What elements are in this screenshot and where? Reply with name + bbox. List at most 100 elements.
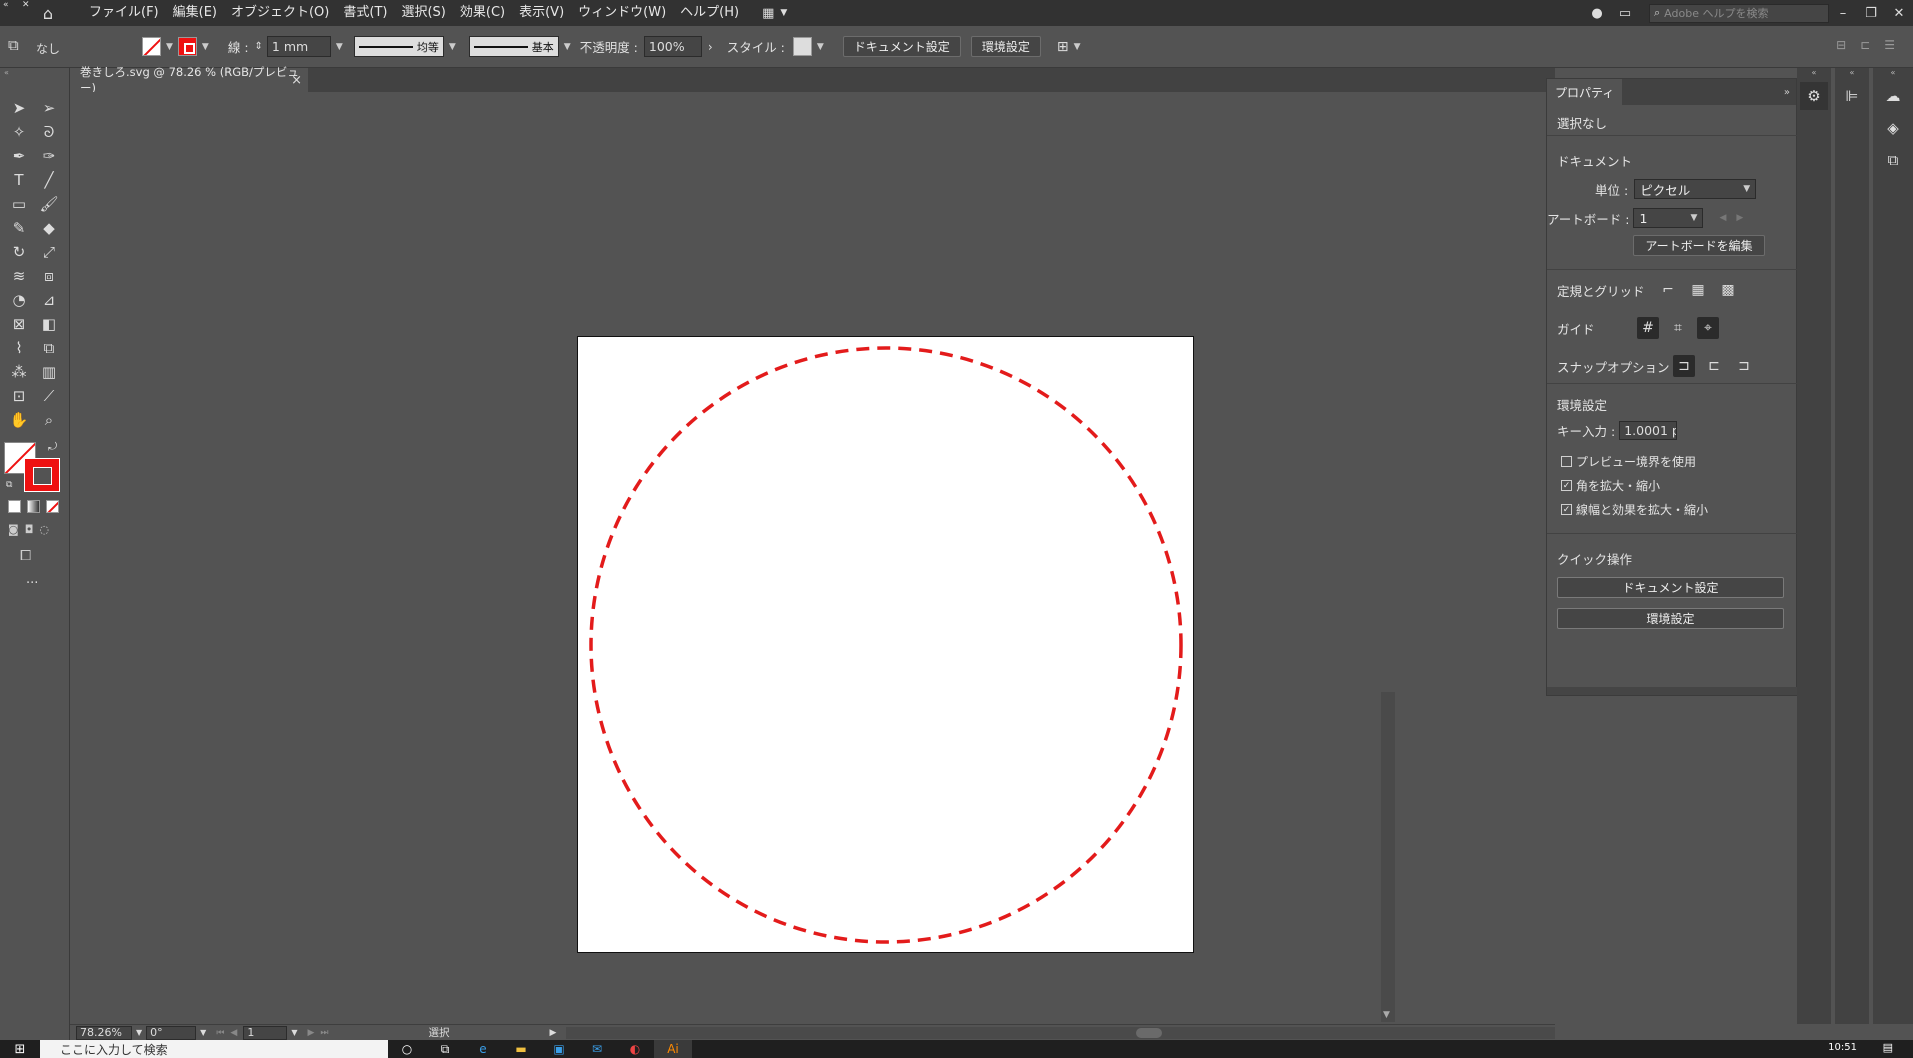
start-button-icon[interactable]: ⊞	[0, 1040, 40, 1058]
mesh-tool-icon[interactable]: ⊠	[4, 312, 34, 336]
menu-file[interactable]: ファイル(F)	[82, 0, 166, 26]
canvas-area[interactable]: ▼	[70, 92, 1555, 1024]
scale-tool-icon[interactable]: ⤢	[34, 240, 64, 264]
chevron-down-icon[interactable]: ▼	[564, 42, 571, 52]
stepper-icon[interactable]: ⇕	[255, 41, 263, 52]
shaper-tool-icon[interactable]: ✎	[4, 216, 34, 240]
horizontal-scrollbar[interactable]	[566, 1026, 1555, 1039]
preferences-button[interactable]: 環境設定	[970, 36, 1041, 57]
preview-bounds-row[interactable]: プレビュー境界を使用	[1561, 453, 1696, 470]
snap-to-grid-icon[interactable]: ⊐	[1733, 355, 1755, 377]
browser-icon[interactable]: ◐	[616, 1040, 654, 1058]
menu-type[interactable]: 書式(T)	[336, 0, 394, 26]
lock-guides-icon[interactable]: ⌗	[1667, 317, 1689, 339]
rectangle-tool-icon[interactable]: ▭	[4, 192, 34, 216]
zoom-tool-icon[interactable]: ⌕	[34, 408, 64, 432]
selection-tool-icon[interactable]: ➤	[4, 96, 34, 120]
artboard-dropdown[interactable]: 1 ▼	[1633, 208, 1704, 228]
align-panel-icon[interactable]: ⊫	[1838, 82, 1866, 110]
minimize-button[interactable]: –	[1829, 6, 1857, 21]
pen-tool-icon[interactable]: ✒	[4, 144, 34, 168]
layers-icon[interactable]: ◈	[1879, 114, 1907, 142]
menu-help[interactable]: ヘルプ(H)	[673, 0, 746, 26]
expand-icon[interactable]: «	[3, 0, 9, 10]
artboard[interactable]	[577, 336, 1194, 953]
search-icon[interactable]: ○	[388, 1040, 426, 1058]
tab-properties[interactable]: プロパティ	[1547, 79, 1623, 105]
last-artboard-icon[interactable]: ⏭	[320, 1028, 328, 1038]
perspective-grid-tool-icon[interactable]: ⊿	[34, 288, 64, 312]
default-colors-icon[interactable]: ⧉	[6, 480, 12, 490]
more-tools-icon[interactable]: ···	[0, 576, 69, 591]
panel-resize-handle[interactable]	[1547, 687, 1798, 695]
quick-document-setup-button[interactable]: ドキュメント設定	[1557, 577, 1784, 598]
task-view-icon[interactable]: ⧉	[426, 1040, 464, 1058]
artboards-panel-icon[interactable]: ⧉	[1879, 146, 1907, 174]
quick-preferences-button[interactable]: 環境設定	[1557, 608, 1784, 629]
rotation-field[interactable]: 0°	[146, 1025, 197, 1040]
zoom-field[interactable]: 78.26%	[76, 1025, 132, 1040]
lasso-tool-icon[interactable]: ᘐ	[34, 120, 64, 144]
grid-icon[interactable]: ▦	[1687, 279, 1709, 301]
column-graph-tool-icon[interactable]: ▥	[34, 360, 64, 384]
menu-window[interactable]: ウィンドウ(W)	[571, 0, 673, 26]
type-tool-icon[interactable]: T	[4, 168, 34, 192]
chevron-down-icon[interactable]: ▼	[1383, 1010, 1390, 1020]
notification-icon[interactable]: ▤	[1883, 1041, 1893, 1054]
chevron-down-icon[interactable]: ▼	[1074, 42, 1081, 52]
menu-select[interactable]: 選択(S)	[394, 0, 452, 26]
symbol-sprayer-tool-icon[interactable]: ⁂	[4, 360, 34, 384]
panel-corner-controls[interactable]: « ✕	[0, 0, 34, 26]
draw-inside-icon[interactable]: ◌	[39, 523, 49, 536]
fill-swatch[interactable]	[142, 37, 161, 56]
document-setup-button[interactable]: ドキュメント設定	[842, 36, 961, 57]
document-tab[interactable]: 巻きしろ.svg @ 78.26 % (RGB/プレビュー) ×	[70, 65, 308, 95]
menu-effect[interactable]: 効果(C)	[453, 0, 512, 26]
scale-corners-row[interactable]: ✓ 角を拡大・縮小	[1561, 477, 1660, 494]
artboard-tool-icon[interactable]: ⊡	[4, 384, 34, 408]
chevron-down-icon[interactable]: ▼	[291, 1028, 297, 1037]
curvature-tool-icon[interactable]: ✑	[34, 144, 64, 168]
panel-strip-arrow-icon[interactable]: «	[1797, 68, 1831, 78]
color-mode-icon[interactable]	[8, 500, 21, 513]
transparency-grid-icon[interactable]: ▩	[1717, 279, 1739, 301]
close-tab-icon[interactable]: ×	[291, 73, 302, 88]
transform-icon[interactable]: ⊏	[1860, 38, 1870, 52]
show-guides-icon[interactable]: #	[1637, 317, 1659, 339]
draw-normal-icon[interactable]: ◙	[8, 523, 19, 536]
first-artboard-icon[interactable]: ⏮	[216, 1028, 224, 1038]
chevron-right-icon[interactable]: ›	[708, 40, 713, 54]
fill-stroke-control[interactable]: ⤾ ⧉	[4, 438, 68, 494]
arrange-icon[interactable]: ⊞	[1057, 39, 1069, 55]
brush-definition[interactable]: 基本	[468, 36, 559, 57]
close-window-button[interactable]: ✕	[1885, 6, 1913, 21]
scrollbar-thumb[interactable]	[1136, 1027, 1163, 1038]
menu-view[interactable]: 表示(V)	[512, 0, 571, 26]
panel-strip-arrow-icon[interactable]: «	[1835, 68, 1869, 78]
properties-panel-icon[interactable]: ⚙	[1800, 82, 1828, 110]
screen-mode-icon[interactable]: ⧠	[0, 548, 69, 564]
store-icon[interactable]: ▣	[540, 1040, 578, 1058]
eraser-tool-icon[interactable]: ◆	[34, 216, 64, 240]
eyedropper-tool-icon[interactable]: ⌇	[4, 336, 34, 360]
panel-strip-arrow-icon[interactable]: «	[1873, 68, 1913, 78]
scale-strokes-checkbox[interactable]: ✓	[1561, 504, 1572, 515]
draw-behind-icon[interactable]: ◘	[25, 523, 34, 536]
stroke-weight-field[interactable]: 1 mm	[266, 36, 331, 57]
hand-tool-icon[interactable]: ✋	[4, 408, 34, 432]
dashed-circle[interactable]	[589, 346, 1183, 944]
chevron-down-icon[interactable]: ▼	[136, 1028, 142, 1037]
artboard-number-field[interactable]: 1	[243, 1025, 288, 1040]
chevron-down-icon[interactable]: ▼	[336, 42, 343, 52]
variable-width-profile[interactable]: 均等	[353, 36, 444, 57]
previous-artboard-icon[interactable]: ◀	[1719, 213, 1726, 223]
chevron-down-icon[interactable]: ▼	[166, 42, 173, 52]
chevron-down-icon[interactable]: ▼	[200, 1028, 206, 1037]
ruler-icon[interactable]: ⌐	[1657, 279, 1679, 301]
graphic-style-swatch[interactable]	[792, 37, 812, 56]
chevron-down-icon[interactable]: ▼	[817, 42, 824, 52]
isolate-icon[interactable]: ⧉	[8, 36, 19, 54]
taskbar-clock[interactable]: 10:51	[1828, 1042, 1857, 1053]
gradient-tool-icon[interactable]: ◧	[34, 312, 64, 336]
collapse-panel-icon[interactable]: »	[1784, 87, 1790, 98]
